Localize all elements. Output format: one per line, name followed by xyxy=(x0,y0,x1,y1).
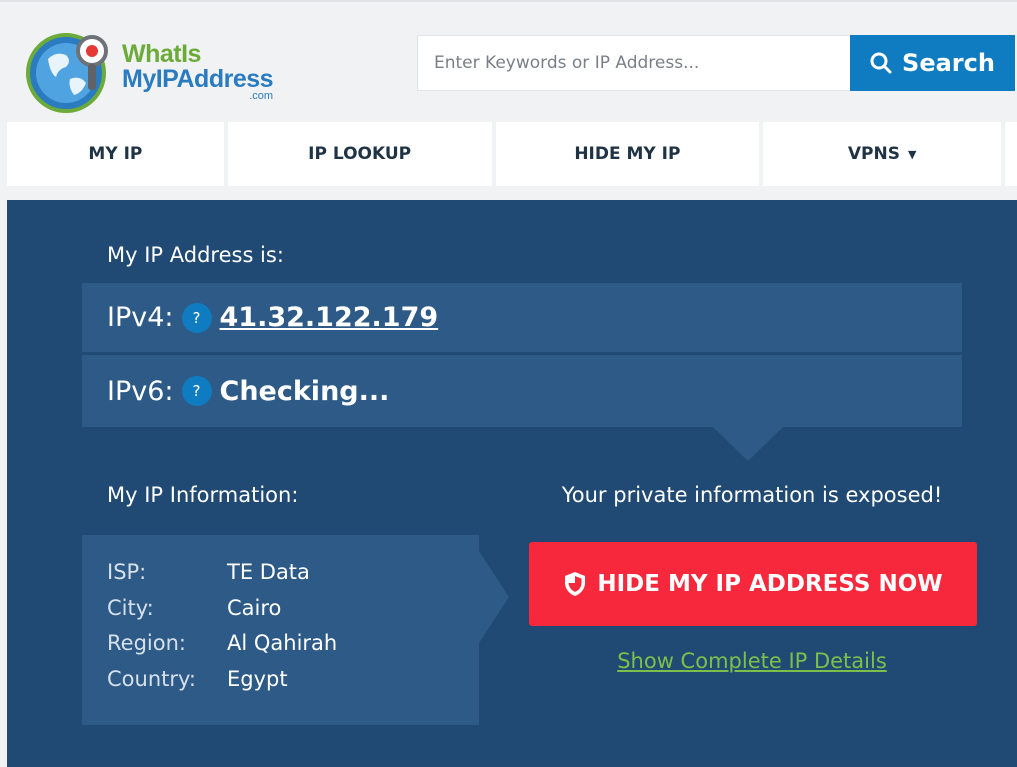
ipv6-row: IPv6: ? Checking... xyxy=(82,355,962,427)
search-input[interactable] xyxy=(417,35,850,91)
info-value: Al Qahirah xyxy=(227,631,338,655)
nav-item-hide-my-ip[interactable]: HIDE MY IP xyxy=(495,122,760,186)
info-row-city: City: Cairo xyxy=(107,596,479,632)
info-value: TE Data xyxy=(227,560,310,584)
ipv4-help-icon[interactable]: ? xyxy=(181,302,212,333)
info-value: Cairo xyxy=(227,595,282,620)
show-details-link[interactable]: Show Complete IP Details xyxy=(527,649,977,673)
main-nav: MY IP IP LOOKUP HIDE MY IP VPNS ▼ xyxy=(7,122,1017,186)
nav-item-my-ip[interactable]: MY IP xyxy=(7,122,224,186)
nav-item-label: MY IP xyxy=(88,144,143,164)
ip-box-pointer xyxy=(713,427,783,461)
exposed-warning: Your private information is exposed! xyxy=(561,483,943,507)
info-row-isp: ISP: TE Data xyxy=(107,560,479,596)
search-button-label: Search xyxy=(902,49,995,77)
ip-panel: My IP Address is: IPv4: ? 41.32.122.179 … xyxy=(7,200,1017,767)
info-row-country: Country: Egypt xyxy=(107,667,479,703)
logo-line2: MyIPAddress xyxy=(122,64,274,93)
ipv4-label: IPv4: xyxy=(107,302,174,333)
ipv4-row: IPv4: ? 41.32.122.179 xyxy=(82,283,962,352)
caret-down-icon: ▼ xyxy=(907,147,917,161)
nav-item-label: VPNS xyxy=(847,144,900,164)
search-button[interactable]: Search xyxy=(850,35,1015,91)
nav-item-vpns[interactable]: VPNS ▼ xyxy=(763,122,1002,186)
nav-item-ip-lookup[interactable]: IP LOOKUP xyxy=(227,122,492,186)
ip-info-box: ISP: TE Data City: Cairo Region: Al Qahi… xyxy=(82,535,479,725)
hide-my-ip-button[interactable]: HIDE MY IP ADDRESS NOW xyxy=(529,542,977,626)
ipv4-address-link[interactable]: 41.32.122.179 xyxy=(220,302,439,333)
info-key: Region: xyxy=(107,631,186,655)
nav-item-overflow xyxy=(1005,122,1017,186)
search-icon xyxy=(870,52,892,74)
site-logo[interactable]: WhatIs MyIPAddress .com xyxy=(26,29,296,114)
info-row-region: Region: Al Qahirah xyxy=(107,631,479,667)
nav-item-label: IP LOOKUP xyxy=(308,144,412,164)
nav-item-label: HIDE MY IP xyxy=(574,144,681,164)
search-bar: Search xyxy=(417,35,1015,91)
logo-wordmark: WhatIs MyIPAddress .com xyxy=(122,39,274,102)
hide-my-ip-button-label: HIDE MY IP ADDRESS NOW xyxy=(597,571,943,597)
shield-icon xyxy=(565,572,586,596)
ip-heading: My IP Address is: xyxy=(107,243,284,267)
info-box-pointer xyxy=(479,551,509,643)
ipv6-status: Checking... xyxy=(219,375,390,407)
info-value: Egypt xyxy=(227,666,288,691)
info-key: City: xyxy=(107,595,154,620)
ipv6-label: IPv6: xyxy=(107,375,174,407)
logo-line1: WhatIs xyxy=(122,39,201,68)
info-key: ISP: xyxy=(107,560,147,584)
ipv6-help-icon[interactable]: ? xyxy=(181,376,212,406)
info-heading: My IP Information: xyxy=(107,483,299,507)
globe-magnifier-icon xyxy=(26,33,108,113)
info-key: Country: xyxy=(107,666,196,691)
